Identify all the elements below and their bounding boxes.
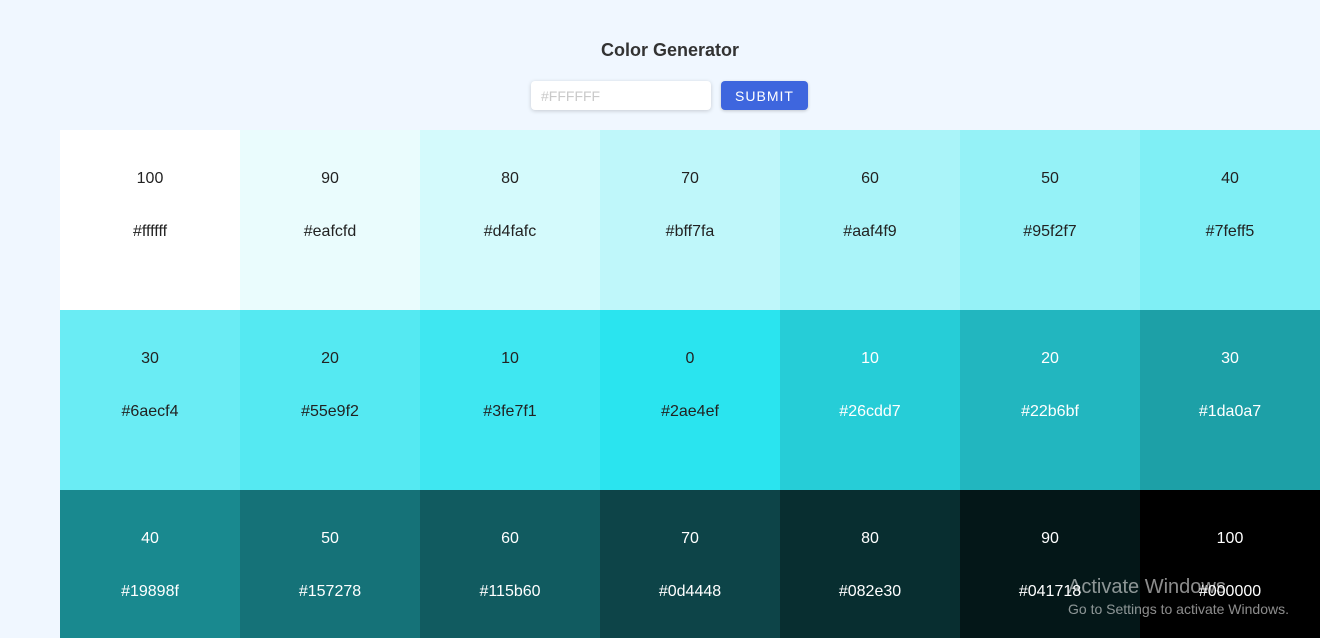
- swatch-weight: 10: [861, 350, 879, 367]
- swatch-hex: #2ae4ef: [661, 403, 719, 420]
- swatch-weight: 30: [141, 350, 159, 367]
- swatch-hex: #000000: [1198, 583, 1262, 600]
- color-swatch[interactable]: 60 #115b60: [420, 490, 600, 638]
- color-swatch[interactable]: 90 #041718: [960, 490, 1140, 638]
- swatch-weight: 30: [1221, 350, 1239, 367]
- submit-button[interactable]: SUBMIT: [721, 81, 808, 110]
- color-generator-page: Color Generator SUBMIT 100#ffffff90#eafc…: [0, 0, 1320, 638]
- swatch-weight: 10: [501, 350, 519, 367]
- swatch-hex: #6aecf4: [121, 403, 179, 420]
- swatch-weight: 60: [501, 530, 519, 547]
- swatch-weight: 90: [321, 170, 339, 187]
- color-swatch[interactable]: 80 #082e30: [780, 490, 960, 638]
- color-swatch[interactable]: 50 #157278: [240, 490, 420, 638]
- swatch-hex: #3fe7f1: [483, 403, 537, 420]
- color-swatch[interactable]: 40 #7feff5: [1140, 130, 1320, 310]
- color-swatch[interactable]: 0 #2ae4ef: [600, 310, 780, 490]
- color-swatch[interactable]: 60 #aaf4f9: [780, 130, 960, 310]
- color-swatch[interactable]: 10 #3fe7f1: [420, 310, 600, 490]
- swatch-hex: #7feff5: [1205, 223, 1255, 240]
- color-swatch[interactable]: 70 #0d4448: [600, 490, 780, 638]
- color-swatch[interactable]: 90 #eafcfd: [240, 130, 420, 310]
- color-swatch[interactable]: 50 #95f2f7: [960, 130, 1140, 310]
- color-swatch[interactable]: 20 #22b6bf: [960, 310, 1140, 490]
- swatch-weight: 70: [681, 170, 699, 187]
- color-swatch[interactable]: 70 #bff7fa: [600, 130, 780, 310]
- swatch-weight: 100: [1216, 530, 1244, 547]
- swatch-hex: #eafcfd: [303, 223, 357, 240]
- swatch-weight: 60: [861, 170, 879, 187]
- swatch-weight: 20: [321, 350, 339, 367]
- color-swatch[interactable]: 30 #6aecf4: [60, 310, 240, 490]
- swatch-weight: 20: [1041, 350, 1059, 367]
- color-swatch[interactable]: 30 #1da0a7: [1140, 310, 1320, 490]
- swatch-hex: #1da0a7: [1198, 403, 1262, 420]
- color-swatch[interactable]: 10 #26cdd7: [780, 310, 960, 490]
- swatch-hex: #19898f: [121, 583, 179, 600]
- swatch-grid: 100 #ffffff 90 #eafcfd 80 #d4fafc 70 #bff7fa 60 #…: [60, 130, 1320, 638]
- swatch-hex: #55e9f2: [301, 403, 359, 420]
- swatch-hex: #ffffff: [132, 223, 168, 240]
- swatch-hex: #22b6bf: [1021, 403, 1079, 420]
- swatch-hex: #115b60: [479, 583, 541, 600]
- color-swatch[interactable]: 40 #19898f: [60, 490, 240, 638]
- swatch-hex: #041718: [1018, 583, 1082, 600]
- swatch-weight: 0: [685, 350, 695, 367]
- color-swatch[interactable]: 100 #000000: [1140, 490, 1320, 638]
- swatch-hex: #26cdd7: [839, 403, 901, 420]
- color-input[interactable]: [531, 81, 711, 110]
- page-title: Color Generator: [600, 40, 740, 60]
- color-swatch[interactable]: 80 #d4fafc: [420, 130, 600, 310]
- swatch-hex: #157278: [298, 583, 362, 600]
- swatch-hex: #bff7fa: [665, 223, 715, 240]
- swatch-weight: 50: [321, 530, 339, 547]
- color-swatch[interactable]: 20 #55e9f2: [240, 310, 420, 490]
- swatch-hex: #0d4448: [658, 583, 722, 600]
- swatch-hex: #d4fafc: [483, 223, 537, 240]
- swatch-weight: 40: [1221, 170, 1239, 187]
- swatch-weight: 80: [861, 530, 879, 547]
- swatch-hex: #aaf4f9: [843, 223, 897, 240]
- color-form: SUBMIT: [531, 81, 808, 110]
- swatch-weight: 100: [136, 170, 164, 187]
- swatch-hex: #082e30: [838, 583, 902, 600]
- color-swatch[interactable]: 100 #ffffff: [60, 130, 240, 310]
- swatch-weight: 50: [1041, 170, 1059, 187]
- swatch-weight: 90: [1041, 530, 1059, 547]
- swatch-hex: #95f2f7: [1023, 223, 1077, 240]
- swatch-weight: 40: [141, 530, 159, 547]
- swatch-weight: 80: [501, 170, 519, 187]
- swatch-weight: 70: [681, 530, 699, 547]
